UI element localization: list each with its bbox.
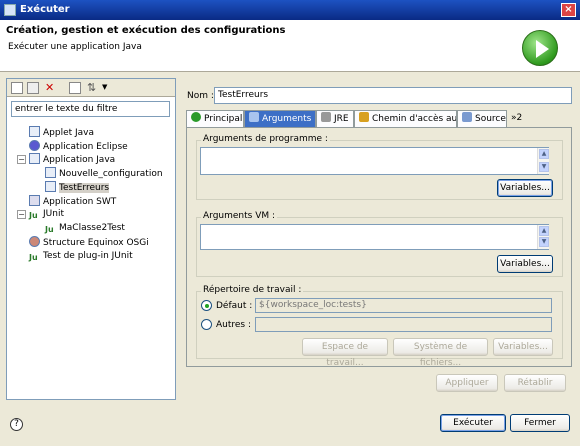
tree-item-label: Nouvelle_configuration [59,169,163,179]
java-app-icon [29,153,40,164]
title-bar: Exécuter × [0,0,580,20]
tab-source[interactable]: Source [457,110,507,127]
program-arguments-scrollbar[interactable]: ▲ ▼ [537,148,549,174]
chevron-down-icon[interactable]: ▼ [102,82,114,94]
name-label: Nom : [187,91,214,101]
tree-item-label: MaClasse2Test [59,223,125,233]
program-arguments-title: Arguments de programme : [201,134,330,144]
run-button[interactable]: Exécuter [440,414,506,432]
collapse-all-icon[interactable] [69,82,81,94]
revert-button[interactable]: Rétablir [504,374,566,392]
tab-label: Arguments [262,114,312,124]
header-subtitle: Exécuter une application Java [8,42,142,52]
vm-variables-button[interactable]: Variables... [497,255,553,273]
tab-classpath[interactable]: Chemin d'accès au... [354,110,457,127]
duplicate-icon[interactable] [27,82,39,94]
program-arguments-textarea[interactable] [200,147,549,175]
help-icon[interactable]: ? [10,418,23,431]
default-label: Défaut : [216,301,253,311]
applet-icon [29,126,40,137]
main-tab-icon [191,112,201,122]
source-icon [462,112,472,122]
others-label: Autres : [216,320,252,330]
java-app-icon [45,167,56,178]
tree-item-applet-java[interactable]: Applet Java [29,126,94,139]
tree-item-label: JUnit [43,209,64,219]
close-button[interactable]: Fermer [510,414,570,432]
tree-item-junit[interactable]: Ju JUnit [29,208,64,221]
junit-plugin-icon: Ju [29,253,38,262]
tree-item-structure-equinox-osgi[interactable]: Structure Equinox OSGi [29,236,149,249]
program-variables-button[interactable]: Variables... [497,179,553,197]
tree-item-label: Applet Java [43,128,95,138]
apply-button[interactable]: Appliquer [436,374,498,392]
delete-icon[interactable]: ✕ [45,82,57,94]
classpath-icon [359,112,369,122]
new-config-icon[interactable] [11,82,23,94]
scroll-down-icon[interactable]: ▼ [539,162,549,172]
tree-item-label: Test de plug-in JUnit [43,251,133,261]
arguments-tab-icon [249,112,259,122]
vm-arguments-textarea[interactable] [200,224,549,250]
window-title: Exécuter [20,4,70,15]
tab-bar: Principal Arguments JRE Chemin d'accès a… [186,110,572,128]
tree-item-test-plugin-junit[interactable]: Ju Test de plug-in JUnit [29,250,133,263]
tree-item-application-swt[interactable]: Application SWT [29,195,116,208]
tab-label: Principal [204,114,243,124]
tree-item-testerreurs[interactable]: TestErreurs [45,181,110,194]
default-radio[interactable] [201,300,212,311]
tree-item-label: Application Java [43,155,116,165]
tab-arguments[interactable]: Arguments [244,110,316,127]
collapse-toggle[interactable]: − [17,210,26,219]
workspace-button[interactable]: Espace de travail... [302,338,388,368]
tree-item-application-java[interactable]: Application Java [29,153,115,166]
junit-icon: Ju [45,225,54,234]
others-directory-input [255,317,552,332]
tree-item-label: TestErreurs [59,183,110,193]
tree-item-label: Application SWT [43,197,117,207]
dialog-header: Création, gestion et exécution des confi… [0,20,580,72]
name-input[interactable]: TestErreurs [214,87,572,104]
tab-label: Source [475,114,506,124]
header-title: Création, gestion et exécution des confi… [6,25,286,36]
tree-item-label: Application Eclipse [43,142,128,152]
tab-principal[interactable]: Principal [186,110,244,127]
vm-arguments-title: Arguments VM : [201,211,278,221]
scroll-down-icon[interactable]: ▼ [539,237,549,247]
tree-item-nouvelle-configuration[interactable]: Nouvelle_configuration [45,167,163,180]
app-icon [4,4,16,16]
close-window-button[interactable]: × [561,3,576,17]
filter-input[interactable] [11,101,170,117]
tree-item-application-eclipse[interactable]: Application Eclipse [29,140,128,153]
java-app-icon [45,181,56,192]
tab-overflow[interactable]: »2 [507,110,529,127]
scroll-up-icon[interactable]: ▲ [539,149,549,159]
osgi-icon [29,236,40,247]
scroll-up-icon[interactable]: ▲ [539,226,549,236]
swt-icon [29,195,40,206]
tab-label: JRE [334,114,349,124]
filter-icon[interactable]: ⇅ [87,82,99,94]
working-directory-title: Répertoire de travail : [201,285,304,295]
configurations-panel: ✕ ⇅ ▼ Applet Java Application Eclipse − … [6,78,176,400]
workdir-variables-button[interactable]: Variables... [493,338,553,356]
collapse-toggle[interactable]: − [17,155,26,164]
filesystem-button[interactable]: Système de fichiers... [393,338,488,368]
tree-item-maclasse2test[interactable]: Ju MaClasse2Test [45,222,125,235]
tree-item-label: Structure Equinox OSGi [43,238,149,248]
tab-label: Chemin d'accès au... [372,114,457,124]
default-directory-input: ${workspace_loc:tests} [255,298,552,313]
run-icon [522,30,558,66]
vm-arguments-scrollbar[interactable]: ▲ ▼ [537,225,549,249]
tab-jre[interactable]: JRE [316,110,354,127]
jre-icon [321,112,331,122]
eclipse-icon [29,140,40,151]
configurations-toolbar: ✕ ⇅ ▼ [7,79,175,97]
others-radio[interactable] [201,319,212,330]
arguments-panel: Arguments de programme : ▲ ▼ Variables..… [186,127,572,368]
junit-icon: Ju [29,211,38,220]
